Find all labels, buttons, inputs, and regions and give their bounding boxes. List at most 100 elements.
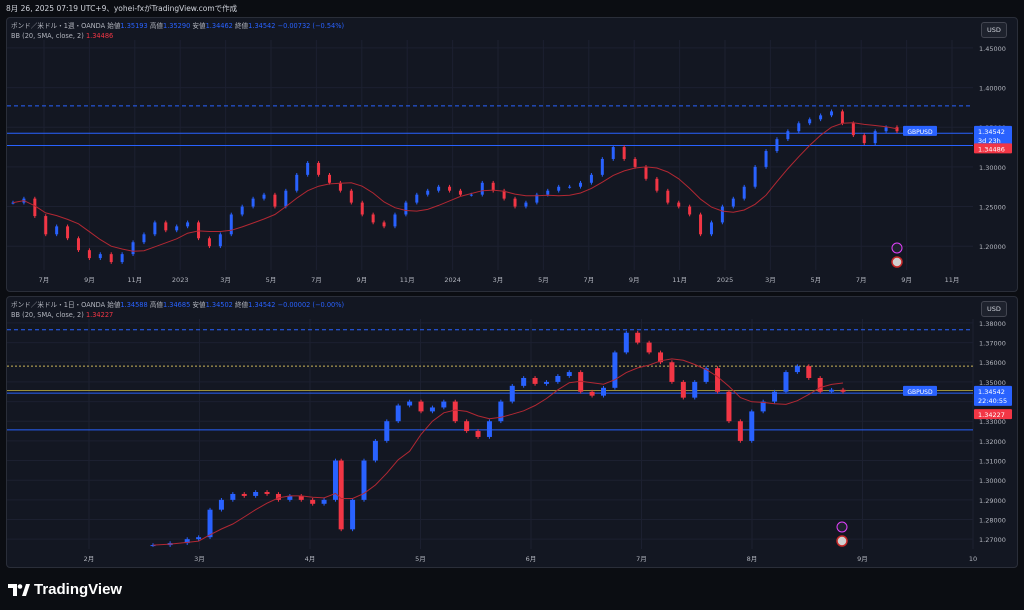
candle-body bbox=[441, 401, 447, 408]
candle-body bbox=[240, 206, 244, 215]
low-value: 1.34462 bbox=[205, 22, 233, 30]
x-tick-label: 9月 bbox=[857, 555, 868, 563]
candle-body bbox=[884, 127, 888, 132]
open-value: 1.35193 bbox=[120, 22, 148, 30]
x-tick-label: 7月 bbox=[311, 276, 322, 284]
bb-indicator-label[interactable]: BB (20, SMA, close, 2) bbox=[11, 311, 84, 319]
y-tick-label: 1.30000 bbox=[979, 164, 1006, 172]
candle-body bbox=[207, 238, 211, 247]
candle-body bbox=[429, 407, 435, 412]
candle-body bbox=[349, 190, 353, 203]
open-value: 1.34588 bbox=[120, 301, 148, 309]
candle-body bbox=[372, 440, 378, 461]
candle-body bbox=[55, 226, 59, 235]
x-tick-label: 11月 bbox=[127, 276, 142, 284]
x-tick-label: 7月 bbox=[583, 276, 594, 284]
candle-body bbox=[644, 166, 648, 179]
high-value: 1.34685 bbox=[163, 301, 191, 309]
high-label: 高値 bbox=[149, 301, 163, 309]
candle-body bbox=[264, 491, 270, 494]
bb-tag-text: 1.34486 bbox=[978, 145, 1005, 153]
candle-body bbox=[437, 186, 441, 191]
candle-body bbox=[715, 368, 721, 392]
candle-body bbox=[338, 182, 342, 191]
candle-body bbox=[709, 222, 713, 235]
candle-body bbox=[775, 139, 779, 152]
candle-body bbox=[731, 198, 735, 207]
daily-chart-panel[interactable]: ポンド／米ドル・1日・OANDA 始値1.34588 高値1.34685 安値1… bbox=[6, 296, 1018, 568]
event-lightning-icon bbox=[891, 242, 903, 254]
candle-body bbox=[475, 431, 481, 437]
price-tag-text: 1.34542 bbox=[978, 388, 1005, 396]
currency-button[interactable]: USD bbox=[981, 301, 1007, 317]
candle-body bbox=[726, 391, 732, 422]
y-tick-label: 1.25000 bbox=[979, 204, 1006, 212]
x-tick-label: 10 bbox=[969, 555, 977, 563]
x-tick-label: 3月 bbox=[220, 276, 231, 284]
candle-body bbox=[623, 332, 629, 353]
brand-name: TradingView bbox=[34, 581, 123, 598]
candle-body bbox=[131, 242, 135, 255]
bb-middle-line bbox=[152, 358, 844, 546]
bb-tag-text: 1.34227 bbox=[978, 411, 1005, 419]
y-tick-label: 1.32000 bbox=[979, 438, 1006, 446]
candle-body bbox=[395, 405, 401, 422]
event-lightning-icon bbox=[836, 521, 848, 533]
candle-body bbox=[557, 186, 561, 191]
bb-middle-line bbox=[12, 122, 898, 252]
x-tick-label: 11月 bbox=[945, 276, 960, 284]
candle-body bbox=[153, 222, 157, 235]
change-value: −0.00002 (−0.00%) bbox=[277, 301, 345, 309]
candle-body bbox=[87, 250, 91, 259]
currency-button[interactable]: USD bbox=[981, 22, 1007, 38]
x-tick-label: 5月 bbox=[415, 555, 426, 563]
daily-symbol-title[interactable]: ポンド／米ドル・1日・OANDA bbox=[11, 301, 105, 309]
bb-indicator-label[interactable]: BB (20, SMA, close, 2) bbox=[11, 32, 84, 40]
candle-body bbox=[498, 401, 504, 422]
candle-body bbox=[806, 366, 812, 378]
x-tick-label: 3月 bbox=[493, 276, 504, 284]
x-tick-label: 9月 bbox=[629, 276, 640, 284]
candle-body bbox=[426, 190, 430, 195]
candle-body bbox=[253, 491, 259, 496]
footer: TradingView bbox=[0, 572, 1024, 610]
candle-body bbox=[655, 178, 659, 191]
candle-body bbox=[753, 166, 757, 187]
y-tick-label: 1.40000 bbox=[979, 85, 1006, 93]
close-value: 1.34542 bbox=[248, 301, 276, 309]
daily-chart-svg[interactable]: 1.380001.370001.360001.350001.340001.330… bbox=[7, 297, 1017, 567]
candle-body bbox=[680, 381, 686, 398]
candle-body bbox=[783, 372, 789, 392]
y-tick-label: 1.27000 bbox=[979, 536, 1006, 544]
candle-body bbox=[338, 460, 344, 530]
daily-chart-header: ポンド／米ドル・1日・OANDA 始値1.34588 高値1.34685 安値1… bbox=[11, 300, 344, 320]
candle-body bbox=[797, 123, 801, 132]
candle-body bbox=[817, 377, 823, 392]
bb-indicator-value: 1.34227 bbox=[85, 311, 114, 319]
candle-body bbox=[720, 206, 724, 223]
screenshot-caption: 8月 26, 2025 07:19 UTC+9、yohei-fxがTrading… bbox=[6, 4, 238, 13]
candle-body bbox=[230, 493, 236, 500]
candle-body bbox=[415, 194, 419, 203]
candle-body bbox=[589, 174, 593, 183]
candle-body bbox=[737, 421, 743, 441]
tradingview-logo[interactable]: TradingView bbox=[8, 581, 122, 598]
candle-body bbox=[688, 206, 692, 215]
x-tick-label: 5月 bbox=[538, 276, 549, 284]
candle-body bbox=[566, 372, 572, 377]
high-value: 1.35290 bbox=[163, 22, 191, 30]
open-label: 始値 bbox=[107, 301, 121, 309]
countdown-text: 22:40:55 bbox=[978, 397, 1007, 405]
candle-body bbox=[458, 190, 462, 195]
price-tag-text: 1.34542 bbox=[978, 128, 1005, 136]
candle-body bbox=[669, 362, 675, 382]
candle-body bbox=[448, 186, 452, 191]
candle-body bbox=[568, 186, 572, 188]
symbol-tag-text: GBPUSD bbox=[907, 129, 933, 136]
candle-body bbox=[218, 234, 222, 247]
weekly-symbol-title[interactable]: ポンド／米ドル・1週・OANDA bbox=[11, 22, 105, 30]
weekly-chart-panel[interactable]: ポンド／米ドル・1週・OANDA 始値1.35193 高値1.35290 安値1… bbox=[6, 17, 1018, 292]
x-tick-label: 5月 bbox=[810, 276, 821, 284]
candle-body bbox=[873, 131, 877, 144]
weekly-chart-svg[interactable]: 1.450001.400001.350001.300001.250001.200… bbox=[7, 18, 1017, 291]
